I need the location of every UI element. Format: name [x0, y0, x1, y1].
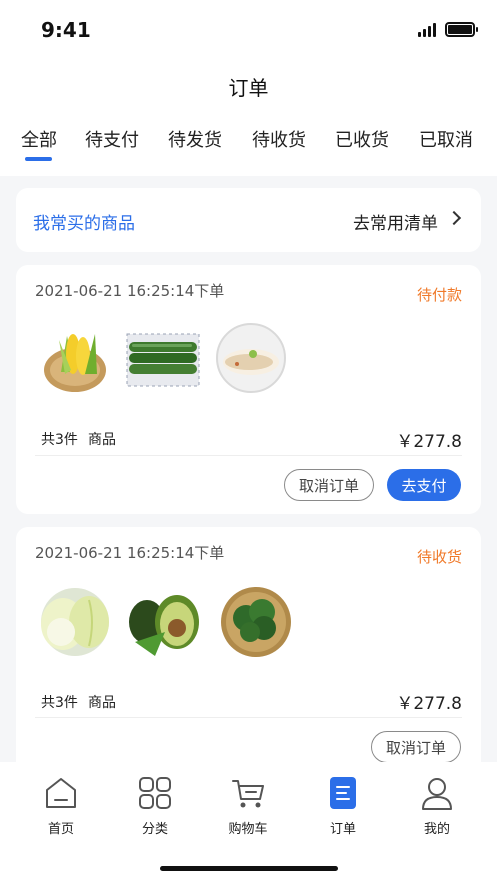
active-tab-indicator [25, 157, 52, 161]
avocado-image[interactable] [125, 582, 203, 660]
cancel-order-button[interactable]: 取消订单 [284, 469, 374, 501]
nav-label: 首页 [47, 822, 74, 837]
nav-item-category[interactable]: 分类 [115, 776, 195, 837]
order-status: 待收货 [416, 548, 462, 566]
nav-item-profile[interactable]: 我的 [397, 776, 477, 837]
order-tabs: 全部 待支付 待发货 待收货 已收货 已取消 [0, 126, 497, 166]
order-card[interactable]: 2021-06-21 16:25:14下单 待收货 共3件 商品 ￥277.8 … [16, 527, 481, 787]
status-indicators [418, 22, 478, 37]
nav-label: 我的 [423, 822, 450, 837]
cart-icon [232, 780, 264, 808]
battery-icon [445, 22, 478, 37]
frequent-goods-title: 我常买的商品 [33, 214, 135, 234]
cabbage-image[interactable] [35, 582, 113, 660]
tab-pending-receipt[interactable]: 待收货 [252, 126, 306, 152]
tab-pending-payment[interactable]: 待支付 [85, 126, 139, 152]
top-area: 9:41 订单 全部 待支付 待发货 待收货 已收货 已取消 [0, 0, 497, 176]
order-time: 2021-06-21 16:25:14下单 [35, 544, 225, 562]
nav-item-cart[interactable]: 购物车 [208, 776, 288, 837]
tab-cancelled[interactable]: 已取消 [419, 126, 473, 152]
cucumber-image[interactable] [124, 320, 202, 398]
tab-pending-shipment[interactable]: 待发货 [168, 126, 222, 152]
order-card[interactable]: 2021-06-21 16:25:14下单 待付款 共3件 商品 ￥277.8 … [16, 265, 481, 514]
tab-all[interactable]: 全部 [21, 126, 57, 152]
corn-image[interactable] [37, 320, 115, 398]
page-title: 订单 [228, 76, 269, 100]
goods-label: 商品 [88, 695, 116, 711]
divider [35, 455, 462, 456]
category-icon [139, 777, 171, 809]
cancel-order-button[interactable]: 取消订单 [371, 731, 461, 763]
order-price: ￥277.8 [396, 432, 462, 452]
frequent-goods-card[interactable]: 我常买的商品 去常用清单 [16, 188, 481, 252]
signal-icon [418, 22, 436, 37]
item-count: 共3件 [41, 695, 78, 711]
nav-item-orders[interactable]: 订单 [303, 776, 383, 837]
item-count: 共3件 [41, 432, 78, 448]
goods-label: 商品 [88, 432, 116, 448]
nav-label: 订单 [329, 822, 356, 837]
pay-button[interactable]: 去支付 [387, 469, 461, 501]
bottom-nav: 首页 分类 购物车 订单 我的 [0, 762, 497, 883]
home-icon [46, 778, 76, 808]
frequent-list-link[interactable]: 去常用清单 [353, 209, 438, 234]
divider [35, 717, 462, 718]
order-icon [330, 777, 356, 809]
broccoli-image[interactable] [218, 582, 296, 660]
nav-label: 分类 [141, 822, 168, 837]
order-status: 待付款 [416, 286, 462, 304]
chevron-right-icon [446, 210, 462, 226]
profile-icon [422, 778, 452, 810]
status-time: 9:41 [41, 18, 91, 42]
order-price: ￥277.8 [396, 694, 462, 714]
nav-item-home[interactable]: 首页 [21, 776, 101, 837]
home-indicator[interactable] [160, 866, 338, 871]
order-time: 2021-06-21 16:25:14下单 [35, 282, 225, 300]
tab-received[interactable]: 已收货 [335, 126, 389, 152]
fish-image[interactable] [213, 320, 291, 398]
nav-label: 购物车 [228, 822, 268, 837]
